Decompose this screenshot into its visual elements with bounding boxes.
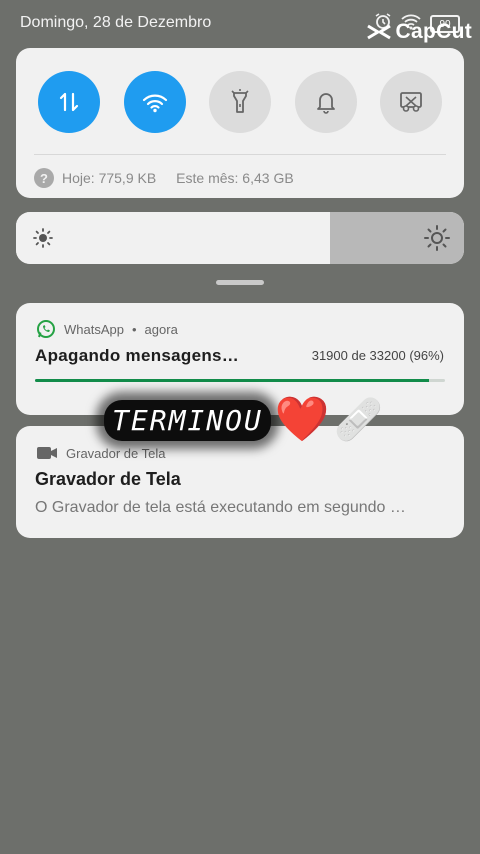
notification-time: agora xyxy=(144,321,178,337)
flashlight-icon xyxy=(231,89,249,113)
brightness-low-icon xyxy=(33,228,53,248)
bell-icon xyxy=(316,93,335,114)
status-date: Domingo, 28 de Dezembro xyxy=(20,14,212,31)
status-bar: Domingo, 28 de Dezembro 90 CapCut xyxy=(0,0,480,46)
brightness-slider[interactable] xyxy=(16,212,464,264)
brightness-high-icon xyxy=(424,225,450,251)
bandage-icon: 🩹 xyxy=(333,398,384,442)
progress-text: 31900 de 33200 (96%) xyxy=(311,348,444,363)
notification-app-row: WhatsApp • agora xyxy=(36,319,178,339)
data-usage-row[interactable]: ? Hoje: 775,9 KB Este mês: 6,43 GB xyxy=(34,168,294,188)
watermark-text: CapCut xyxy=(395,20,472,43)
separator-dot: • xyxy=(131,321,137,337)
wifi-icon xyxy=(142,94,167,113)
wifi-toggle[interactable] xyxy=(123,71,186,133)
progress-fill xyxy=(35,379,429,382)
whatsapp-icon xyxy=(37,320,55,338)
notification-app-name: WhatsApp xyxy=(64,321,124,337)
help-icon: ? xyxy=(34,168,54,188)
notification-title: Gravador de Tela xyxy=(35,469,181,489)
mobile-data-toggle[interactable] xyxy=(38,71,100,133)
notification-app-row: Gravador de Tela xyxy=(36,445,166,461)
scissors-screen-icon xyxy=(400,92,422,112)
drag-handle[interactable] xyxy=(216,280,264,285)
heart-icon: ❤️ xyxy=(274,395,330,444)
quick-settings-panel: ? Hoje: 775,9 KB Este mês: 6,43 GB xyxy=(16,48,464,198)
notification-text: O Gravador de tela está executando em se… xyxy=(35,499,406,516)
data-arrows-icon xyxy=(59,92,79,112)
capcut-watermark: CapCut xyxy=(366,20,472,44)
flashlight-toggle[interactable] xyxy=(209,71,271,133)
notification-app-name: Gravador de Tela xyxy=(66,445,166,461)
data-usage-month: Este mês: 6,43 GB xyxy=(176,170,294,186)
screen-recorder-notification[interactable]: Gravador de Tela Gravador de Tela O Grav… xyxy=(16,426,464,538)
video-sticker-overlay: TERMINOU ❤️ 🩹 xyxy=(104,398,383,442)
screenshot-toggle[interactable] xyxy=(380,71,442,133)
capcut-logo-icon xyxy=(366,24,391,40)
quick-settings-divider xyxy=(34,154,446,155)
sticker-text: TERMINOU xyxy=(104,399,271,441)
data-usage-today: Hoje: 775,9 KB xyxy=(62,170,157,186)
notification-title: Apagando mensagens… xyxy=(35,346,240,365)
progress-bar xyxy=(35,379,445,382)
quick-settings-tiles xyxy=(38,71,442,133)
video-camera-icon xyxy=(37,447,57,459)
brightness-fill xyxy=(16,212,330,264)
sound-toggle[interactable] xyxy=(294,71,357,133)
